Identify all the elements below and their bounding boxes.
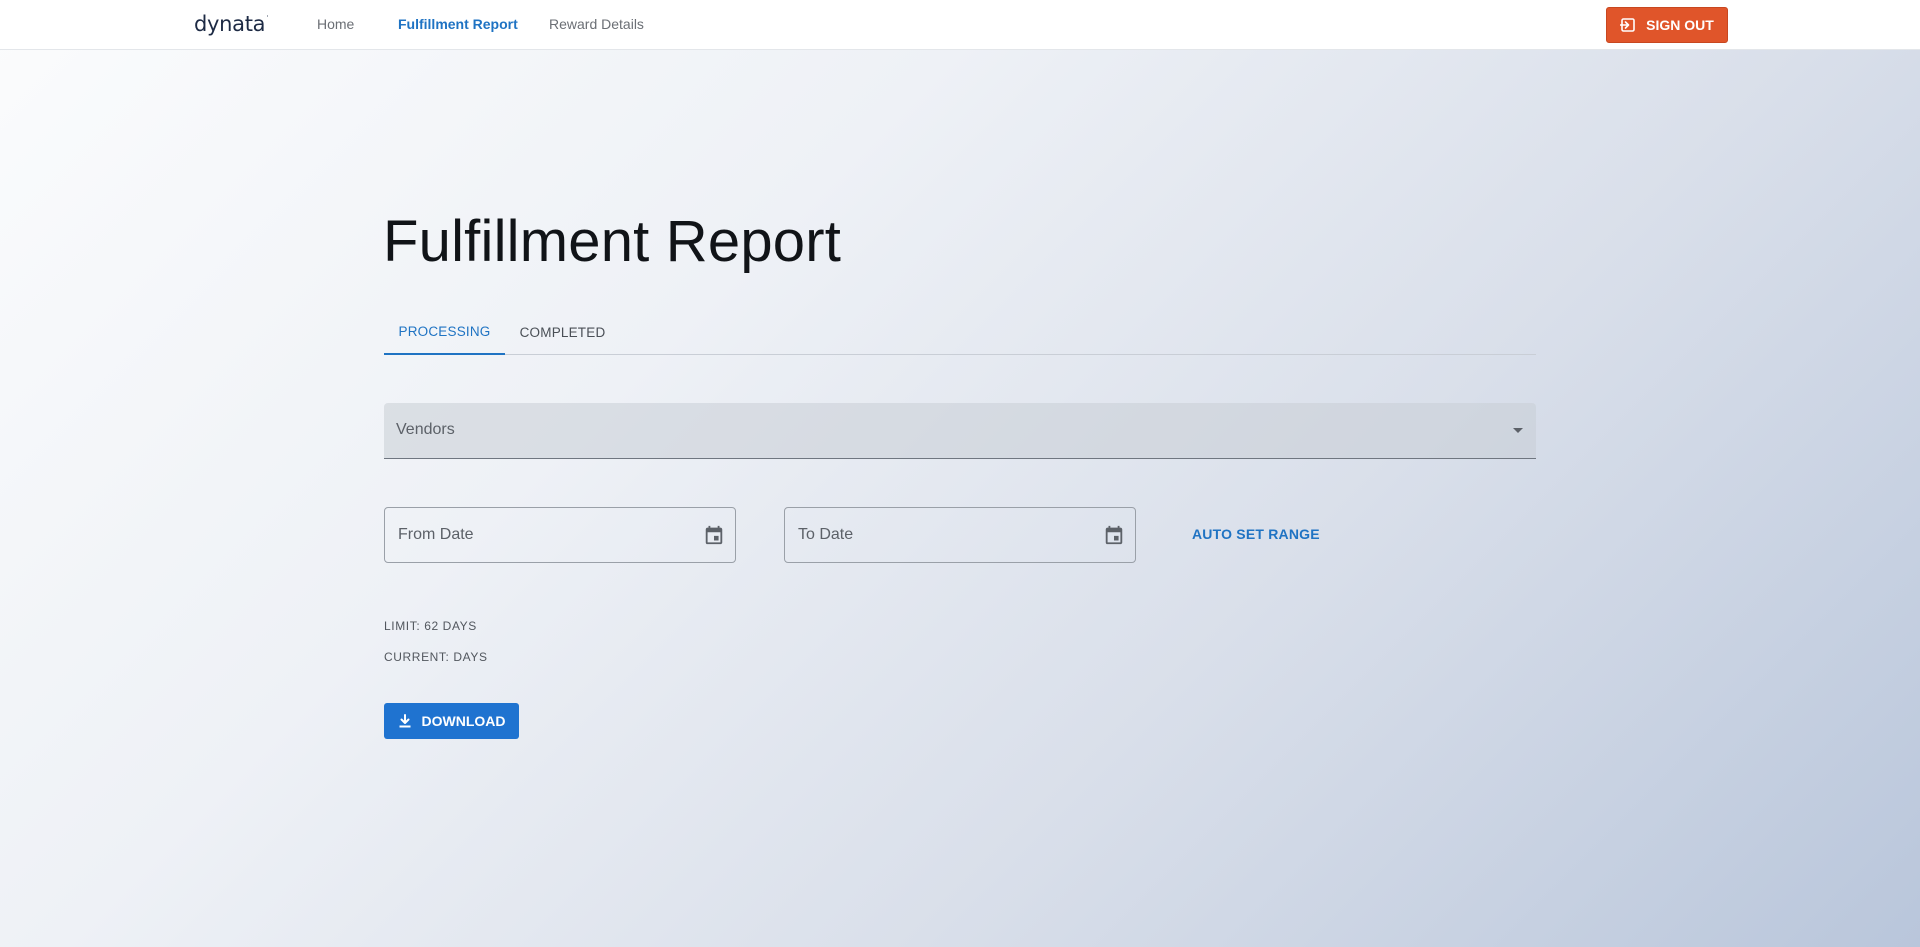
tab-processing[interactable]: PROCESSING: [384, 310, 505, 355]
nav-link-home[interactable]: Home: [317, 16, 354, 32]
to-date-field[interactable]: To Date: [784, 507, 1136, 563]
calendar-icon[interactable]: [703, 524, 725, 546]
download-label: DOWNLOAD: [421, 713, 506, 729]
sign-out-icon: [1620, 18, 1635, 32]
nav-link-reward-details[interactable]: Reward Details: [549, 16, 644, 32]
download-button[interactable]: DOWNLOAD: [384, 703, 519, 739]
vendors-select-label: Vendors: [396, 421, 455, 438]
sign-out-label: SIGN OUT: [1646, 17, 1714, 33]
from-date-placeholder: From Date: [398, 526, 474, 543]
dropdown-arrow-icon: [1513, 428, 1523, 433]
from-date-field[interactable]: From Date: [384, 507, 736, 563]
logo-mark: ·: [266, 12, 269, 21]
top-navigation-bar: dynata· Home Fulfillment Report Reward D…: [0, 0, 1920, 50]
report-tabs: PROCESSING COMPLETED: [384, 310, 1536, 355]
calendar-icon[interactable]: [1103, 524, 1125, 546]
vendors-select[interactable]: Vendors: [384, 403, 1536, 459]
to-date-placeholder: To Date: [798, 526, 854, 543]
logo-text: dynata: [194, 12, 266, 36]
download-icon: [399, 714, 410, 728]
tab-completed[interactable]: COMPLETED: [505, 310, 620, 355]
auto-set-range-button[interactable]: AUTO SET RANGE: [1192, 526, 1320, 542]
page-title: Fulfillment Report: [383, 209, 842, 274]
current-days-text: CURRENT: DAYS: [384, 650, 488, 664]
nav-link-fulfillment-report[interactable]: Fulfillment Report: [398, 16, 518, 32]
limit-days-text: LIMIT: 62 DAYS: [384, 619, 477, 633]
dynata-logo[interactable]: dynata·: [194, 12, 269, 36]
sign-out-button[interactable]: SIGN OUT: [1606, 7, 1728, 43]
